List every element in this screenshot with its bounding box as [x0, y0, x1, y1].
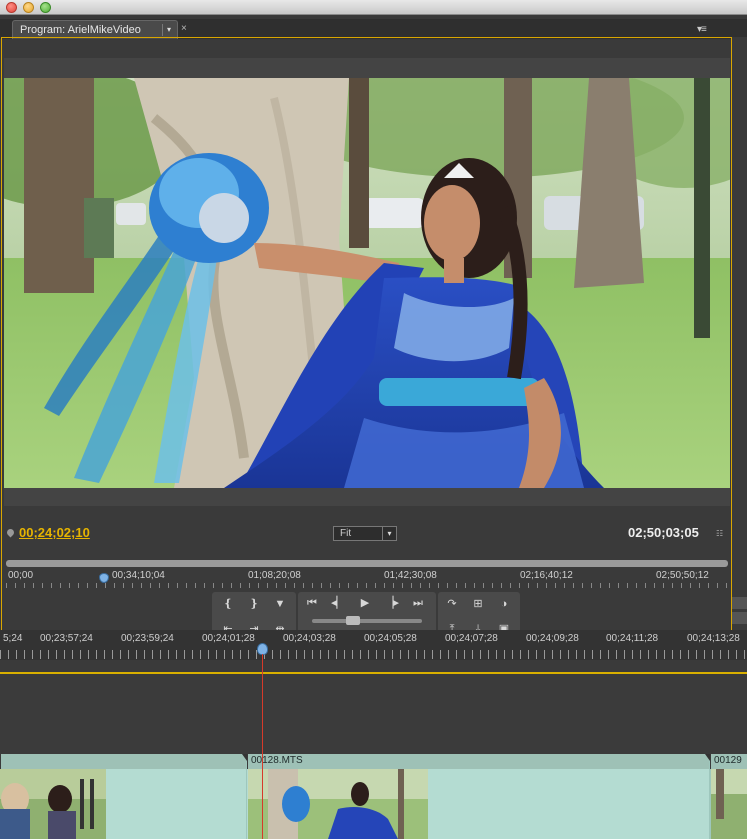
- ruler-label: 01;08;20;08: [248, 570, 301, 581]
- shuttle-slider[interactable]: [312, 619, 422, 623]
- video-display-area: [4, 58, 730, 506]
- ruler-label: 01;42;30;08: [384, 570, 437, 581]
- timeline-ruler-label: 00;24;05;28: [364, 633, 417, 644]
- timeline-ruler-label: 00;24;13;28: [687, 633, 740, 644]
- timeline-playhead-line[interactable]: [262, 654, 263, 839]
- clip-header[interactable]: [0, 754, 246, 769]
- timeline-ruler-label: 00;23;59;24: [121, 633, 174, 644]
- premiere-window: Program: ArielMikeVideo ▾ × ▾≡ 00;24;02;…: [0, 0, 747, 839]
- go-to-previous-edit-button[interactable]: ⏮: [302, 594, 322, 612]
- clip-thumbnail: [0, 769, 106, 839]
- minimize-window-button[interactable]: [23, 2, 34, 13]
- program-monitor-panel: Program: ArielMikeVideo ▾ × ▾≡ 00;24;02;…: [0, 15, 747, 644]
- timeline-ruler-label: 00;24;11;28: [606, 633, 659, 644]
- timeline-ruler-ticks: [0, 650, 747, 659]
- ruler-label: 02;50;50;12: [656, 570, 709, 581]
- step-forward-button[interactable]: ▕▸: [382, 594, 402, 612]
- add-marker-button[interactable]: ▼: [270, 595, 290, 613]
- timeline-ruler-label: 00;24;03;28: [283, 633, 336, 644]
- video-frame-image: [4, 78, 730, 488]
- timeline-time-ruler[interactable]: 5;24 00;23;57;24 00;23;59;24 00;24;01;28…: [0, 630, 747, 660]
- panel-edge-handle[interactable]: [732, 612, 747, 624]
- safe-margins-button[interactable]: ⊞: [468, 595, 488, 613]
- zoom-level-value: Fit: [340, 528, 352, 539]
- timeline-ruler-label: 00;23;57;24: [40, 633, 93, 644]
- close-window-button[interactable]: [6, 2, 17, 13]
- mark-in-button[interactable]: ❴: [218, 595, 238, 613]
- step-back-button[interactable]: ◂▏: [328, 594, 348, 612]
- play-button[interactable]: ▶: [355, 594, 375, 612]
- mark-out-button[interactable]: ❵: [244, 595, 264, 613]
- clip-thumbnail: [248, 769, 428, 839]
- zoom-window-button[interactable]: [40, 2, 51, 13]
- timeline-ruler-label: 00;24;07;28: [445, 633, 498, 644]
- tab-dropdown-icon[interactable]: ▾: [162, 24, 175, 36]
- video-track: 00128.MTS 00129: [0, 754, 747, 839]
- clip-name: 00128.MTS: [251, 755, 303, 766]
- timeline-panel: 5;24 00;23;57;24 00;23;59;24 00;24;01;28…: [0, 630, 747, 839]
- loop-button[interactable]: ↷: [442, 595, 462, 613]
- window-title-bar: [0, 0, 747, 15]
- go-to-next-edit-button[interactable]: ⏭: [408, 594, 428, 612]
- marker-icon[interactable]: [5, 527, 16, 538]
- monitor-ruler-ticks: [6, 583, 728, 588]
- clip-thumbnail: [711, 769, 747, 839]
- panel-tab-bar: Program: ArielMikeVideo ▾ × ▾≡: [0, 19, 747, 39]
- duration-timecode: 02;50;03;05: [628, 525, 699, 540]
- timeline-ruler-label: 5;24: [3, 633, 23, 644]
- chevron-down-icon: ▾: [382, 527, 396, 540]
- video-frame[interactable]: [4, 78, 730, 488]
- clip-name: 00129: [714, 755, 742, 766]
- zoom-level-select[interactable]: Fit ▾: [333, 526, 397, 541]
- tab-program-label: Program: ArielMikeVideo: [20, 24, 141, 36]
- monitor-info-row: 00;24;02;10 Fit ▾ 02;50;03;05 ☷: [4, 523, 730, 543]
- duration-settings-icon[interactable]: ☷: [716, 529, 723, 538]
- close-tab-icon[interactable]: ×: [181, 23, 187, 34]
- timeline-ruler-label: 00;24;09;28: [526, 633, 579, 644]
- ruler-label: 00;00: [8, 570, 34, 581]
- clip-header[interactable]: 00129: [710, 754, 747, 769]
- timeline-empty-track[interactable]: [0, 674, 747, 754]
- right-panel-edge: [732, 37, 747, 637]
- ruler-label: 02;16;40;12: [520, 570, 573, 581]
- panel-menu-icon[interactable]: ▾≡: [697, 24, 707, 35]
- output-button[interactable]: ◑: [494, 595, 514, 613]
- timeline-ruler-label: 00;24;01;28: [202, 633, 255, 644]
- current-timecode[interactable]: 00;24;02;10: [19, 525, 90, 540]
- ruler-label: 00;34;10;04: [112, 570, 165, 581]
- shuttle-knob[interactable]: [346, 616, 360, 625]
- monitor-zoom-scrollbar[interactable]: [6, 560, 728, 567]
- clip-header[interactable]: 00128.MTS: [247, 754, 709, 769]
- monitor-time-ruler[interactable]: 00;00 00;34;10;04 01;08;20;08 01;42;30;0…: [8, 570, 728, 584]
- panel-edge-handle[interactable]: [732, 597, 747, 609]
